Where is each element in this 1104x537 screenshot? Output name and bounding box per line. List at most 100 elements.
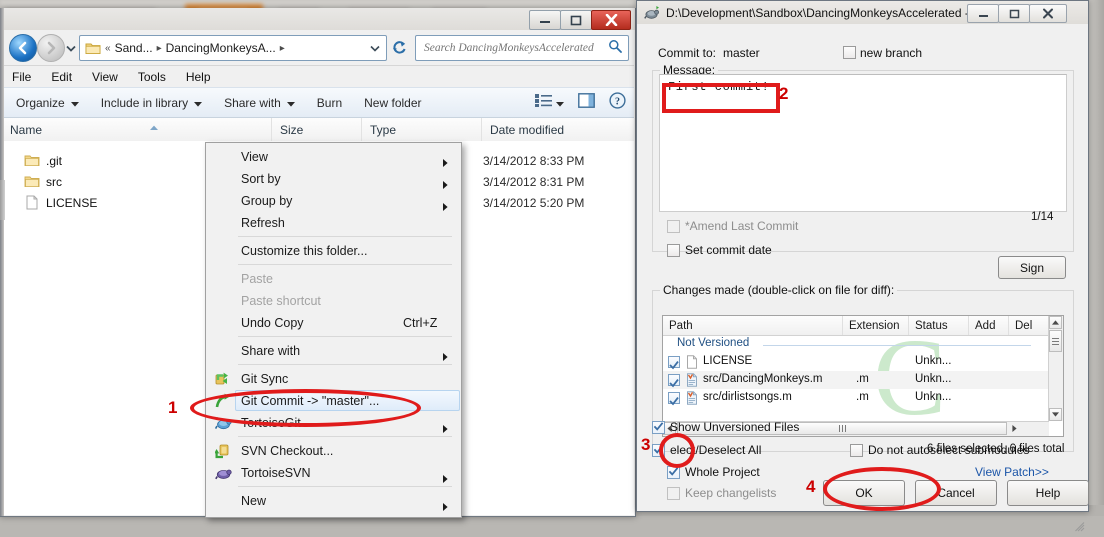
column-header-path[interactable]: Path — [663, 316, 843, 335]
column-header-type[interactable]: Type — [362, 118, 482, 141]
set-commit-date-label[interactable]: Set commit date — [685, 243, 772, 257]
search-icon[interactable] — [608, 39, 622, 58]
scroll-down-button[interactable] — [1049, 408, 1062, 421]
commit-dialog-close-button[interactable] — [1029, 4, 1067, 23]
folder-icon — [85, 41, 101, 55]
menu-edit[interactable]: Edit — [51, 70, 72, 84]
column-header-size[interactable]: Size — [272, 118, 362, 141]
row-checkbox[interactable] — [668, 392, 680, 406]
row-path: src/dirlistsongs.m — [703, 391, 792, 403]
burn-button[interactable]: Burn — [317, 96, 342, 110]
new-branch-checkbox[interactable] — [843, 46, 856, 59]
address-dropdown-icon[interactable] — [370, 39, 380, 57]
context-menu-item-new[interactable]: New — [207, 490, 460, 512]
context-menu-item-customize-this-folder[interactable]: Customize this folder... — [207, 240, 460, 262]
organize-button[interactable]: Organize — [16, 96, 79, 110]
recent-locations-button[interactable] — [65, 42, 77, 54]
context-menu-item-sort-by[interactable]: Sort by — [207, 168, 460, 190]
folder-icon — [24, 174, 40, 189]
file-name[interactable]: src — [24, 174, 62, 189]
address-bar[interactable]: « Sand... ▸ DancingMonkeysA... ▸ — [79, 35, 387, 61]
column-header-type-label: Type — [370, 122, 397, 137]
context-menu-item-git-sync[interactable]: Git Sync — [207, 368, 460, 390]
breadcrumb-current[interactable]: DancingMonkeysA... — [166, 41, 276, 55]
file-name[interactable]: LICENSE — [24, 195, 97, 210]
column-header-name[interactable]: Name — [2, 118, 272, 141]
view-patch-link[interactable]: View Patch>> — [975, 465, 1049, 479]
change-view-dropdown[interactable] — [556, 94, 564, 112]
change-view-button[interactable] — [535, 93, 552, 112]
chevron-down-icon — [1052, 412, 1059, 417]
table-row[interactable]: src/DancingMonkeys.m .m Unkn... — [663, 371, 1049, 389]
no-autoselect-submodules-checkbox[interactable] — [850, 444, 863, 457]
commit-dialog-minimize-button[interactable] — [967, 4, 999, 23]
set-commit-date-checkbox[interactable] — [667, 244, 680, 257]
checkmark-icon — [669, 379, 679, 388]
preview-pane-button[interactable] — [578, 92, 595, 113]
row-checkbox[interactable] — [668, 356, 680, 370]
new-branch-label[interactable]: new branch — [860, 46, 922, 60]
menu-view[interactable]: View — [92, 70, 118, 84]
menu-help[interactable]: Help — [186, 70, 211, 84]
forward-button[interactable] — [37, 34, 65, 62]
amend-last-commit-checkbox — [667, 220, 680, 233]
file-name[interactable]: .git — [24, 153, 62, 168]
context-menu-separator — [238, 436, 452, 437]
menu-file[interactable]: File — [12, 70, 31, 84]
row-checkbox[interactable] — [668, 374, 680, 388]
close-icon — [605, 14, 617, 26]
menu-tools[interactable]: Tools — [138, 70, 166, 84]
whole-project-label[interactable]: Whole Project — [685, 465, 760, 479]
show-unversioned-files-label[interactable]: Show Unversioned Files — [670, 420, 799, 434]
context-menu-item-group-by[interactable]: Group by — [207, 190, 460, 212]
sort-indicator-icon — [149, 118, 159, 130]
column-header-extension[interactable]: Extension — [843, 316, 909, 335]
context-menu-item-paste: Paste — [207, 268, 460, 290]
scroll-up-button[interactable] — [1049, 316, 1062, 329]
include-in-library-button[interactable]: Include in library — [101, 96, 203, 110]
background-scrollbar-thumb[interactable] — [0, 180, 5, 220]
help-button[interactable]: ? — [609, 91, 626, 114]
share-with-button[interactable]: Share with — [224, 96, 295, 110]
column-header-status[interactable]: Status — [909, 316, 969, 335]
changed-files-table[interactable]: C Path Extension Status Add Del — [662, 315, 1064, 437]
breadcrumb-trailing-separator[interactable]: ▸ — [276, 43, 289, 54]
explorer-maximize-button[interactable] — [560, 10, 592, 30]
column-header-del[interactable]: Del — [1009, 316, 1049, 335]
column-header-date-modified[interactable]: Date modified — [482, 118, 634, 141]
forward-arrow-icon — [47, 41, 56, 55]
scroll-right-button[interactable] — [1008, 422, 1021, 435]
commit-dialog-title-bar[interactable]: D:\Development\Sandbox\DancingMonkeysAcc… — [637, 1, 1088, 24]
resize-grip-icon[interactable] — [1075, 519, 1085, 537]
annotation-step-1: 1 — [168, 398, 178, 417]
context-menu-item-view[interactable]: View — [207, 146, 460, 168]
chevron-down-icon — [66, 45, 76, 52]
column-header-add[interactable]: Add — [969, 316, 1009, 335]
commit-dialog-maximize-button[interactable] — [998, 4, 1030, 23]
search-box[interactable] — [415, 35, 629, 61]
table-row[interactable]: src/dirlistsongs.m .m Unkn... — [663, 389, 1049, 407]
scroll-thumb[interactable] — [1049, 330, 1062, 352]
explorer-minimize-button[interactable] — [529, 10, 561, 30]
context-menu-item-undo-copy[interactable]: Undo Copy Ctrl+Z — [207, 312, 460, 334]
table-row[interactable]: LICENSE Unkn... — [663, 353, 1049, 371]
context-menu-item-refresh[interactable]: Refresh — [207, 212, 460, 234]
context-menu-separator — [238, 236, 452, 237]
sign-button[interactable]: Sign — [998, 256, 1066, 279]
context-menu-item-tortoisesvn[interactable]: TortoiseSVN — [207, 462, 460, 484]
new-folder-button[interactable]: New folder — [364, 96, 421, 110]
context-menu-item-svn-checkout[interactable]: SVN Checkout... — [207, 440, 460, 462]
back-button[interactable] — [9, 34, 37, 62]
file-date-modified: 3/14/2012 8:31 PM — [483, 174, 585, 189]
breadcrumb-parent[interactable]: Sand... — [115, 41, 153, 55]
help-button[interactable]: Help — [1007, 480, 1089, 506]
refresh-button[interactable] — [387, 35, 411, 59]
no-autoselect-submodules-label[interactable]: Do not autoselect submodules — [868, 443, 1029, 457]
table-group-line — [763, 345, 1031, 346]
show-unversioned-files-checkbox[interactable] — [652, 421, 665, 434]
table-vertical-scrollbar[interactable] — [1048, 316, 1063, 421]
search-input[interactable] — [422, 41, 608, 55]
explorer-close-button[interactable] — [591, 10, 631, 30]
chevron-right-icon — [1012, 425, 1017, 432]
context-menu-item-share-with[interactable]: Share with — [207, 340, 460, 362]
